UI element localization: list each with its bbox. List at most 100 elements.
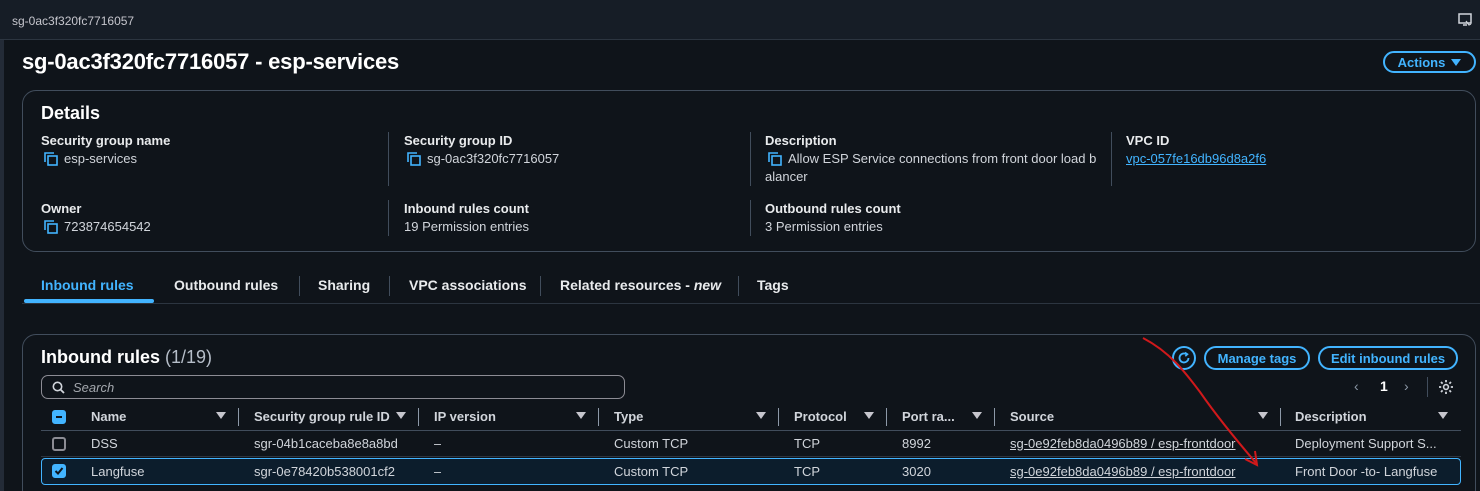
vpc-id-label: VPC ID	[1126, 133, 1170, 148]
settings-gear-icon[interactable]	[1438, 379, 1454, 395]
tab-tags[interactable]: Tags	[757, 277, 789, 293]
inbound-rules-title-text: Inbound rules	[41, 347, 160, 367]
description-text-line1: Allow ESP Service connections from front…	[788, 151, 1097, 166]
vpc-id-value: vpc-057fe16db96d8a2f6	[1126, 150, 1266, 168]
tab-outbound-rules[interactable]: Outbound rules	[174, 277, 278, 293]
inbound-count-text: 19 Permission entries	[404, 219, 529, 234]
vpc-id-link[interactable]: vpc-057fe16db96d8a2f6	[1126, 150, 1266, 168]
breadcrumb: sg-0ac3f320fc7716057	[12, 14, 135, 28]
column-header-rule-id[interactable]: Security group rule ID	[254, 409, 390, 424]
pager-separator	[1427, 377, 1428, 397]
next-page-button[interactable]: ›	[1404, 378, 1409, 394]
tab-related-resources[interactable]: Related resources - new	[560, 277, 721, 293]
rule-type: Custom TCP	[614, 464, 689, 479]
tab-separator	[299, 276, 300, 296]
column-header-type[interactable]: Type	[614, 409, 643, 424]
description-label: Description	[765, 133, 837, 148]
outbound-count-value: 3 Permission entries	[765, 218, 883, 236]
search-icon	[52, 381, 65, 394]
column-divider	[750, 200, 751, 236]
tab-separator	[738, 276, 739, 296]
sort-caret-icon[interactable]	[1438, 412, 1448, 419]
sort-caret-icon[interactable]	[576, 412, 586, 419]
column-divider	[1111, 132, 1112, 186]
column-header-ip-version[interactable]: IP version	[434, 409, 496, 424]
column-header-port-range[interactable]: Port ra...	[902, 409, 955, 424]
copy-icon[interactable]	[407, 152, 421, 166]
column-header-name[interactable]: Name	[91, 409, 126, 424]
current-page[interactable]: 1	[1380, 378, 1388, 394]
source-link[interactable]: sg-0e92feb8da0496b89 / esp-frontdoor	[1010, 464, 1270, 479]
rule-name: DSS	[91, 436, 118, 451]
ip-version: –	[434, 464, 442, 479]
column-divider[interactable]	[994, 408, 995, 426]
row-checkbox-checked[interactable]	[52, 464, 66, 478]
sort-caret-icon[interactable]	[756, 412, 766, 419]
rule-name: Langfuse	[91, 464, 145, 479]
manage-tags-button[interactable]: Manage tags	[1204, 346, 1310, 370]
sort-caret-icon[interactable]	[972, 412, 982, 419]
row-divider	[41, 456, 1461, 457]
page-title: sg-0ac3f320fc7716057 - esp-services	[22, 49, 400, 74]
column-divider[interactable]	[1280, 408, 1281, 426]
port-range: 3020	[902, 464, 931, 479]
copy-icon[interactable]	[44, 152, 58, 166]
sort-caret-icon[interactable]	[864, 412, 874, 419]
details-card	[22, 90, 1476, 252]
column-divider[interactable]	[778, 408, 779, 426]
ip-version: –	[434, 436, 442, 451]
search-input[interactable]	[73, 379, 613, 395]
refresh-button[interactable]	[1172, 346, 1196, 370]
actions-label: Actions	[1397, 54, 1446, 70]
select-all-checkbox[interactable]	[52, 410, 66, 424]
column-header-description[interactable]: Description	[1295, 409, 1367, 424]
protocol: TCP	[794, 464, 820, 479]
description-value-wrap: alancer	[765, 168, 808, 186]
tab-vpc-associations[interactable]: VPC associations	[409, 277, 527, 293]
actions-button[interactable]: Actions	[1383, 51, 1476, 73]
edit-inbound-rules-button[interactable]: Edit inbound rules	[1318, 346, 1458, 370]
security-group-id-text: sg-0ac3f320fc7716057	[427, 151, 560, 166]
column-divider[interactable]	[886, 408, 887, 426]
top-bar: sg-0ac3f320fc7716057	[0, 0, 1480, 40]
column-divider[interactable]	[238, 408, 239, 426]
left-edge	[0, 40, 4, 491]
security-group-id-value: sg-0ac3f320fc7716057	[407, 150, 559, 168]
column-header-source[interactable]: Source	[1010, 409, 1054, 424]
rule-description: Deployment Support S...	[1295, 436, 1437, 451]
sort-caret-icon[interactable]	[1258, 412, 1268, 419]
copy-icon[interactable]	[768, 152, 782, 166]
owner-label: Owner	[41, 201, 82, 216]
copy-icon[interactable]	[44, 220, 58, 234]
tab-inbound-rules[interactable]: Inbound rules	[41, 277, 134, 293]
rule-type: Custom TCP	[614, 436, 689, 451]
search-field[interactable]	[41, 375, 625, 399]
column-divider[interactable]	[418, 408, 419, 426]
refresh-icon	[1178, 351, 1190, 364]
sort-caret-icon[interactable]	[396, 412, 406, 419]
tab-sharing[interactable]: Sharing	[318, 277, 370, 293]
column-divider	[750, 132, 751, 186]
description-value: Allow ESP Service connections from front…	[768, 150, 1096, 168]
security-group-name-label: Security group name	[41, 133, 171, 148]
screen-share-icon[interactable]	[1458, 13, 1472, 27]
column-header-protocol[interactable]: Protocol	[794, 409, 847, 424]
inbound-rules-title: Inbound rules (1/19)	[41, 347, 212, 368]
outbound-count-text: 3 Permission entries	[765, 219, 883, 234]
previous-page-button[interactable]: ‹	[1354, 378, 1359, 394]
checkmark-icon	[54, 467, 64, 475]
details-title: Details	[41, 103, 101, 123]
tab-separator	[389, 276, 390, 296]
row-checkbox[interactable]	[52, 437, 66, 451]
table-header-divider	[41, 430, 1461, 431]
rule-id: sgr-0e78420b538001cf2	[254, 464, 395, 479]
column-divider[interactable]	[598, 408, 599, 426]
inbound-count-value: 19 Permission entries	[404, 218, 529, 236]
tab-separator	[540, 276, 541, 296]
caret-down-icon	[1451, 58, 1462, 66]
owner-value: 723874654542	[44, 218, 151, 236]
source-link[interactable]: sg-0e92feb8da0496b89 / esp-frontdoor	[1010, 436, 1270, 451]
security-group-id-label: Security group ID	[404, 133, 513, 148]
sort-caret-icon[interactable]	[216, 412, 226, 419]
rule-id: sgr-04b1caceba8e8a8bd	[254, 436, 398, 451]
